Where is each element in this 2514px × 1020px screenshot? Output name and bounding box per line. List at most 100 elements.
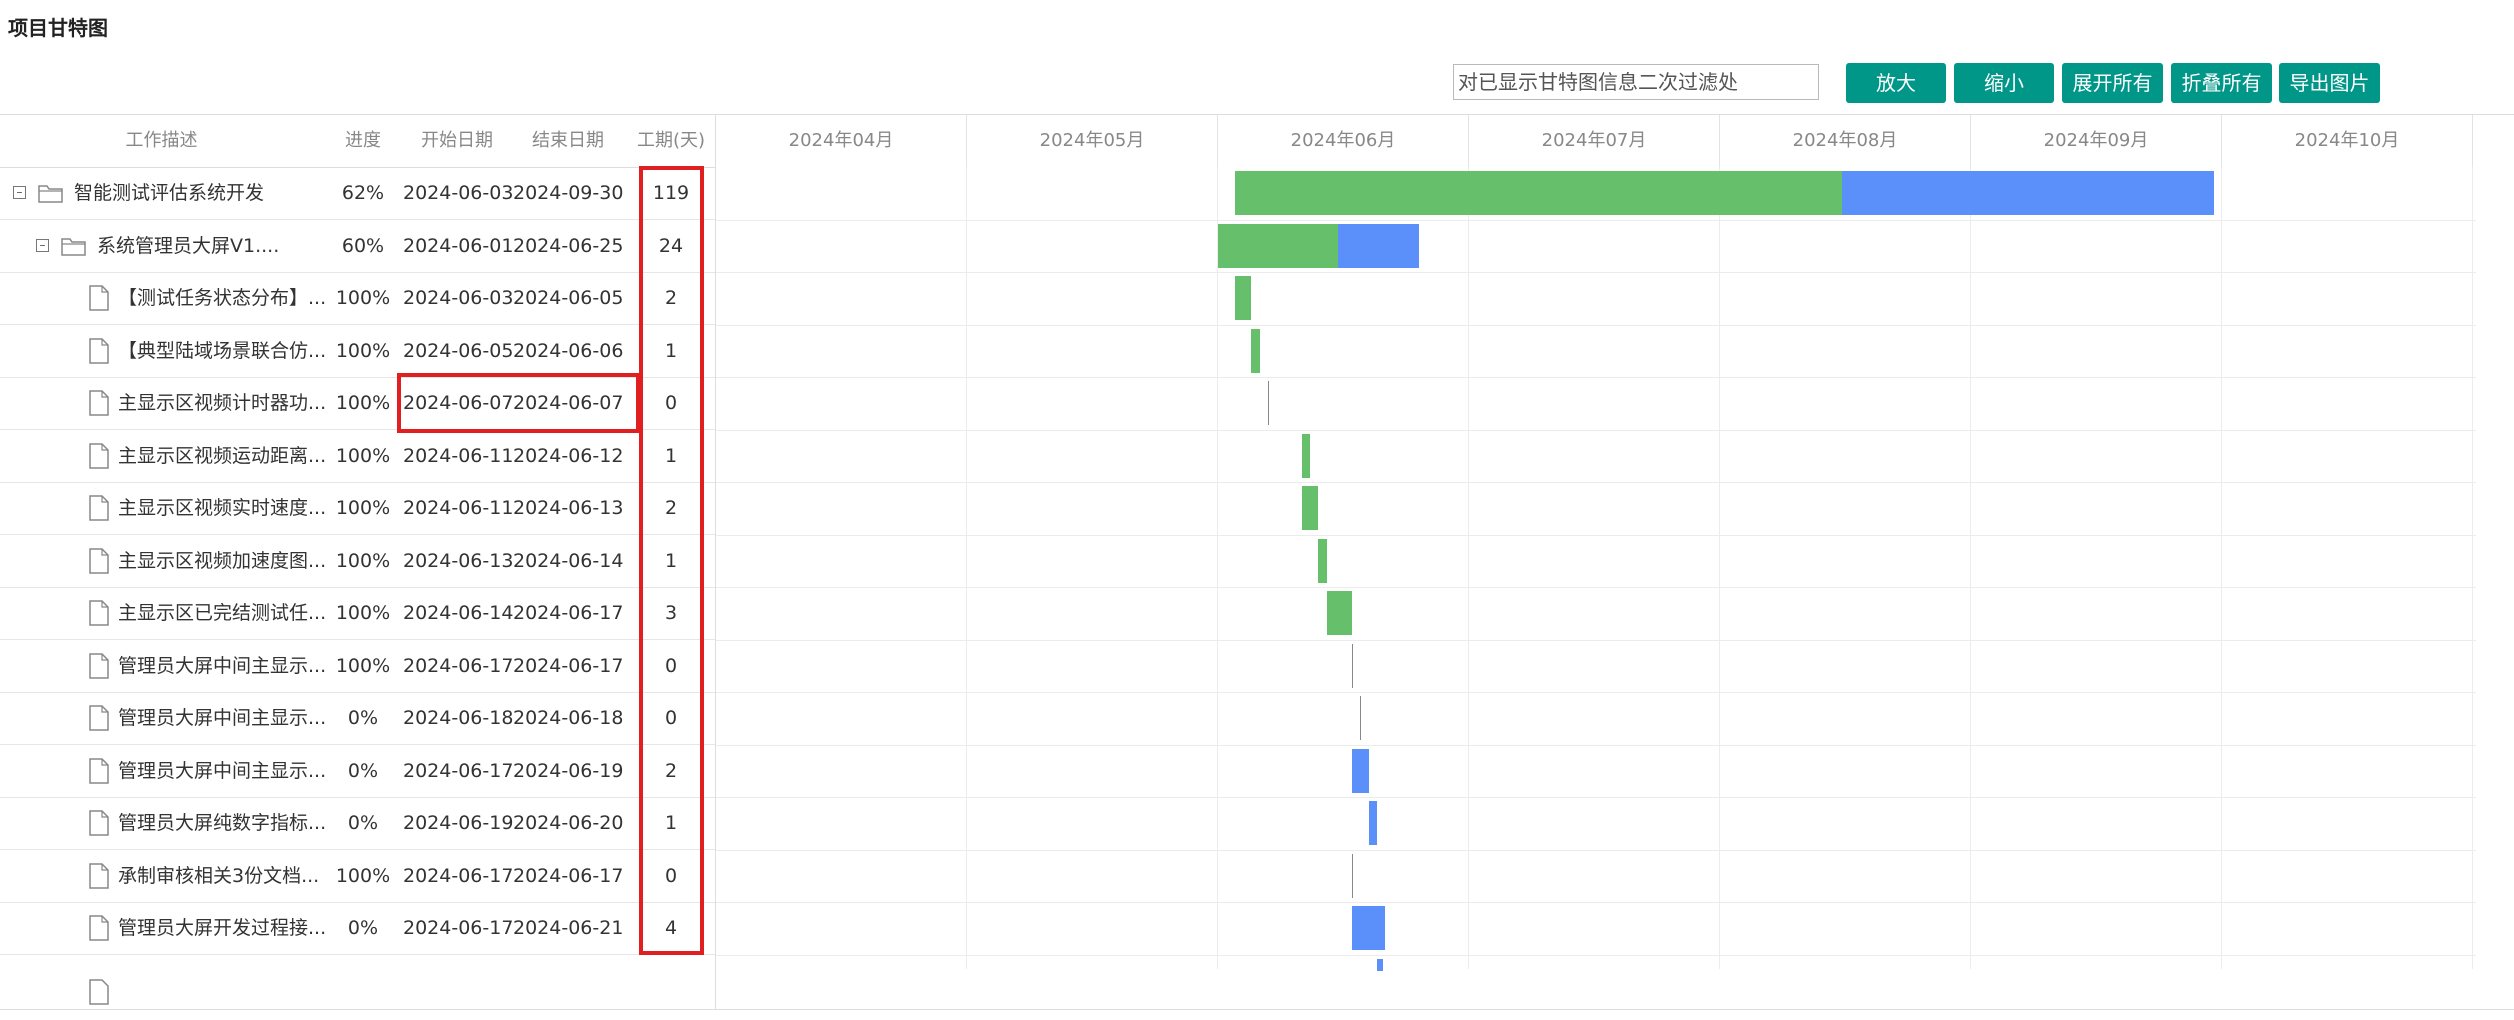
task-name: 管理员大屏中间主显示... [118,707,327,729]
gantt-bar-done [1301,433,1311,478]
task-progress: 62% [341,182,385,204]
task-duration: 0 [664,654,678,677]
task-duration: 3 [664,602,678,624]
gantt-bar-done [1326,591,1352,635]
col-header-start[interactable]: 开始日期 [403,115,511,167]
row-gridline [716,324,2476,326]
task-progress: 100% [335,654,391,677]
gantt-bar[interactable] [1351,748,1369,793]
month-header: 2024年09月 [1971,115,2222,167]
task-start-date: 2024-06-19 [403,812,514,834]
row-gridline [716,797,2476,798]
task-duration: 4 [664,917,678,939]
task-start-date: 2024-06-11 [403,497,514,519]
task-progress: 100% [335,287,391,309]
gantt-bar[interactable] [1368,801,1377,845]
gantt-bar[interactable] [1234,171,2214,215]
task-end-date: 2024-09-30 [513,182,624,204]
file-icon [88,285,110,315]
task-start-date: 2024-06-05 [403,339,514,362]
task-progress: 100% [335,602,391,624]
task-end-date: 2024-06-07 [513,392,624,414]
gantt-milestone[interactable] [1268,381,1269,425]
row-gridline [716,587,2476,588]
task-start-date: 2024-06-11 [403,444,514,467]
expand-all-button[interactable]: 展开所有 [2062,63,2163,103]
export-image-button[interactable]: 导出图片 [2279,63,2380,103]
zoom-out-button[interactable]: 缩小 [1954,63,2054,103]
task-row[interactable]: 管理员大屏中间主显示... 0% 2024-06-17 2024-06-19 2 [0,745,715,798]
gantt-bar[interactable] [1301,486,1319,530]
task-duration: 2 [664,497,678,519]
task-duration: 24 [658,234,684,257]
gantt-bar[interactable] [1326,591,1352,635]
task-row[interactable]: 主显示区视频计时器功... 100% 2024-06-07 2024-06-07 0 [0,377,715,430]
task-row[interactable]: 【测试任务状态分布】... 100% 2024-06-03 2024-06-05 2 [0,272,715,325]
task-progress: 60% [341,234,385,257]
month-header: 2024年05月 [967,115,1218,167]
row-gridline [716,534,2476,536]
task-name: 主显示区视频计时器功... [118,392,327,414]
task-start-date: 2024-06-17 [403,654,514,677]
task-row[interactable]: 主显示区视频加速度图... 100% 2024-06-13 2024-06-14 1 [0,535,715,588]
task-row[interactable]: 管理员大屏中间主显示... 100% 2024-06-17 2024-06-17 0 [0,640,715,693]
task-progress: 0% [347,812,379,834]
task-row[interactable]: 承制审核相关3份文档... 100% 2024-06-17 2024-06-17 0 [0,850,715,903]
file-icon [88,547,110,578]
row-gridline [716,692,2476,693]
page-title: 项目甘特图 [8,16,108,40]
zoom-in-button[interactable]: 放大 [1846,63,1946,103]
col-header-duration[interactable]: 工期(天) [628,115,714,167]
task-row[interactable]: 主显示区视频运动距离... 100% 2024-06-11 2024-06-12 1 [0,430,715,483]
task-end-date: 2024-06-06 [513,339,624,362]
task-row[interactable]: 管理员大屏开发过程接... 0% 2024-06-17 2024-06-21 4 [0,902,715,955]
collapse-toggle-icon[interactable]: – [36,238,49,252]
gantt-bar[interactable] [1234,276,1252,320]
file-icon [89,979,109,1005]
task-row[interactable]: 主显示区已完结测试任... 100% 2024-06-14 2024-06-17 3 [0,587,715,640]
task-row-partial [0,965,715,1009]
gantt-bar[interactable] [1351,906,1386,950]
row-gridline [716,219,2476,221]
collapse-all-button[interactable]: 折叠所有 [2171,63,2272,103]
task-name: 管理员大屏纯数字指标... [118,812,327,834]
row-gridline [716,377,2476,378]
col-header-end[interactable]: 结束日期 [513,115,623,167]
gantt-filter-input[interactable] [1453,64,1819,100]
gantt-bar[interactable] [1301,433,1311,478]
task-duration: 2 [664,287,678,309]
task-start-date: 2024-06-01 [403,234,514,257]
task-progress: 100% [335,444,391,467]
task-duration: 0 [664,707,678,729]
gantt-bar-done [1234,276,1252,320]
task-progress: 100% [335,497,391,519]
gantt-bar-remaining [1338,223,1419,268]
gantt-bar[interactable] [1318,538,1327,583]
task-end-date: 2024-06-12 [513,444,624,467]
month-header: 2024年04月 [716,115,967,167]
gantt-milestone[interactable] [1352,643,1353,688]
task-row[interactable]: – 系统管理员大屏V1.... 60% 2024-06-01 2024-06-25 24 [0,220,715,273]
collapse-toggle-icon[interactable]: – [13,186,26,199]
col-header-progress[interactable]: 进度 [333,115,393,167]
task-start-date: 2024-06-14 [403,602,514,624]
gantt-milestone[interactable] [1352,853,1353,898]
task-row[interactable]: 管理员大屏纯数字指标... 0% 2024-06-19 2024-06-20 1 [0,797,715,850]
gantt-bar[interactable] [1218,223,1419,268]
task-row[interactable]: 管理员大屏中间主显示... 0% 2024-06-18 2024-06-18 0 [0,692,715,745]
task-row[interactable]: 主显示区视频实时速度... 100% 2024-06-11 2024-06-13 2 [0,482,715,535]
gantt-chart: 工作描述 进度 开始日期 结束日期 工期(天) – 智能测试评估系统开发 62% 20… [0,114,2514,1010]
gantt-bar-remaining [1368,801,1377,845]
task-end-date: 2024-06-17 [513,602,624,624]
task-row[interactable]: – 智能测试评估系统开发 62% 2024-06-03 2024-09-30 119 [0,167,715,220]
task-duration: 0 [664,392,678,414]
gantt-milestone[interactable] [1360,696,1361,740]
col-header-desc[interactable]: 工作描述 [0,115,323,167]
gantt-bar-done [1251,328,1260,373]
gantt-bar[interactable] [1251,328,1260,373]
task-duration: 1 [664,812,678,834]
task-row[interactable]: 【典型陆域场景联合仿... 100% 2024-06-05 2024-06-06 1 [0,325,715,378]
file-icon [88,337,110,368]
file-icon [88,705,110,735]
gantt-bar[interactable] [1376,958,1383,971]
